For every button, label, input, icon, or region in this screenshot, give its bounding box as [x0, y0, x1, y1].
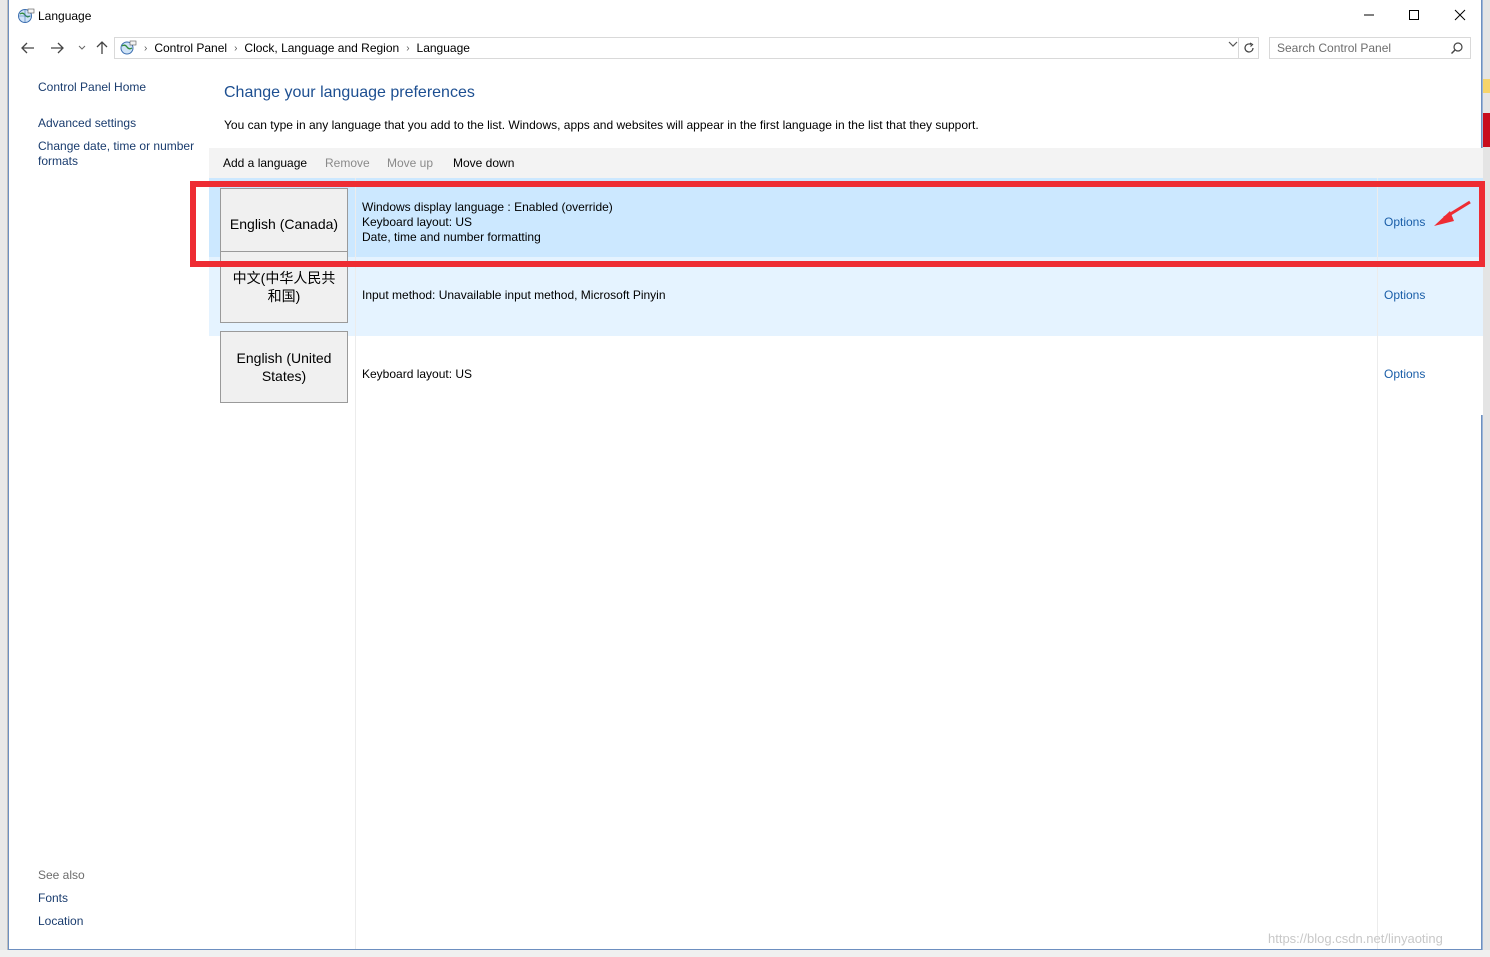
- background-app-strip: [1483, 79, 1490, 93]
- minimize-icon: [1364, 14, 1374, 16]
- desktop-background-right: [1482, 0, 1490, 957]
- arrow-left-icon: [21, 42, 34, 54]
- title-bar[interactable]: Language: [9, 0, 1481, 32]
- desktop-background-left: [0, 0, 8, 957]
- breadcrumb-control-panel[interactable]: Control Panel: [154, 41, 227, 55]
- language-details: Input method: Unavailable input method, …: [362, 288, 666, 303]
- chevron-down-icon: [1228, 41, 1238, 47]
- options-link[interactable]: Options: [1384, 367, 1425, 381]
- arrow-up-icon: [96, 41, 108, 54]
- breadcrumb-separator[interactable]: ›: [406, 43, 409, 54]
- breadcrumb-separator[interactable]: ›: [234, 43, 237, 54]
- language-details: Keyboard layout: US: [362, 367, 472, 382]
- language-row-chinese[interactable]: 中文(中华人民共和国) Input method: Unavailable in…: [209, 251, 1483, 336]
- search-input[interactable]: [1277, 41, 1447, 55]
- annotation-arrow-icon: [1434, 200, 1471, 226]
- close-button[interactable]: [1437, 0, 1483, 30]
- background-app-strip: [1483, 113, 1490, 147]
- back-button[interactable]: [17, 38, 39, 58]
- left-pane: Control Panel Home Advanced settings Cha…: [9, 64, 209, 949]
- highlight-box: [190, 181, 1485, 267]
- move-up-button[interactable]: Move up: [387, 156, 433, 170]
- arrow-right-icon: [51, 42, 64, 54]
- refresh-button[interactable]: [1238, 38, 1258, 58]
- column-divider: [1377, 178, 1378, 949]
- recent-locations-button[interactable]: [71, 38, 93, 58]
- breadcrumb-language[interactable]: Language: [417, 41, 470, 55]
- control-panel-home-link[interactable]: Control Panel Home: [38, 80, 203, 95]
- control-panel-globe-icon: [120, 40, 137, 55]
- page-description: You can type in any language that you ad…: [224, 118, 979, 132]
- maximize-button[interactable]: [1391, 0, 1437, 30]
- address-bar[interactable]: › Control Panel › Clock, Language and Re…: [114, 37, 1259, 59]
- search-icon[interactable]: [1450, 41, 1464, 55]
- refresh-icon: [1243, 42, 1254, 53]
- language-detail-line: Keyboard layout: US: [362, 367, 473, 381]
- up-button[interactable]: [91, 38, 113, 58]
- breadcrumb-clock-language-region[interactable]: Clock, Language and Region: [244, 41, 399, 55]
- location-link[interactable]: Location: [38, 914, 203, 929]
- language-row-english-us[interactable]: English (United States) Keyboard layout:…: [209, 331, 1483, 415]
- change-date-time-formats-link[interactable]: Change date, time or number formats: [38, 139, 203, 169]
- window-title: Language: [38, 9, 92, 23]
- language-list: English (Canada) Windows display languag…: [209, 178, 1483, 949]
- language-detail-line: Input method: Unavailable input method, …: [362, 288, 666, 302]
- advanced-settings-link[interactable]: Advanced settings: [38, 116, 203, 131]
- forward-button[interactable]: [46, 38, 68, 58]
- language-name: 中文(中华人民共和国): [232, 270, 336, 304]
- watermark: https://blog.csdn.net/linyaoting: [1268, 931, 1443, 946]
- language-tile[interactable]: English (United States): [220, 331, 348, 403]
- language-toolbar: Add a language Remove Move up Move down: [209, 148, 1483, 178]
- desktop-background-bottom: [0, 950, 1490, 957]
- language-window: Language › Control Panel › Clock, Langua…: [8, 0, 1483, 950]
- close-icon: [1454, 9, 1466, 21]
- maximize-icon: [1409, 10, 1419, 20]
- control-panel-globe-icon: [18, 8, 35, 23]
- fonts-link[interactable]: Fonts: [38, 891, 203, 906]
- add-language-button[interactable]: Add a language: [223, 156, 307, 170]
- column-divider: [355, 178, 356, 949]
- address-bar-row: › Control Panel › Clock, Language and Re…: [9, 32, 1481, 64]
- see-also-label: See also: [38, 868, 85, 882]
- remove-button[interactable]: Remove: [325, 156, 370, 170]
- chevron-down-icon: [78, 45, 86, 50]
- minimize-button[interactable]: [1346, 0, 1392, 30]
- page-title: Change your language preferences: [224, 84, 475, 101]
- search-box[interactable]: [1269, 37, 1471, 59]
- move-down-button[interactable]: Move down: [453, 156, 514, 170]
- address-history-dropdown[interactable]: [1228, 40, 1238, 51]
- options-link[interactable]: Options: [1384, 288, 1425, 302]
- language-name: English (United States): [236, 350, 332, 384]
- breadcrumb-separator[interactable]: ›: [144, 43, 147, 54]
